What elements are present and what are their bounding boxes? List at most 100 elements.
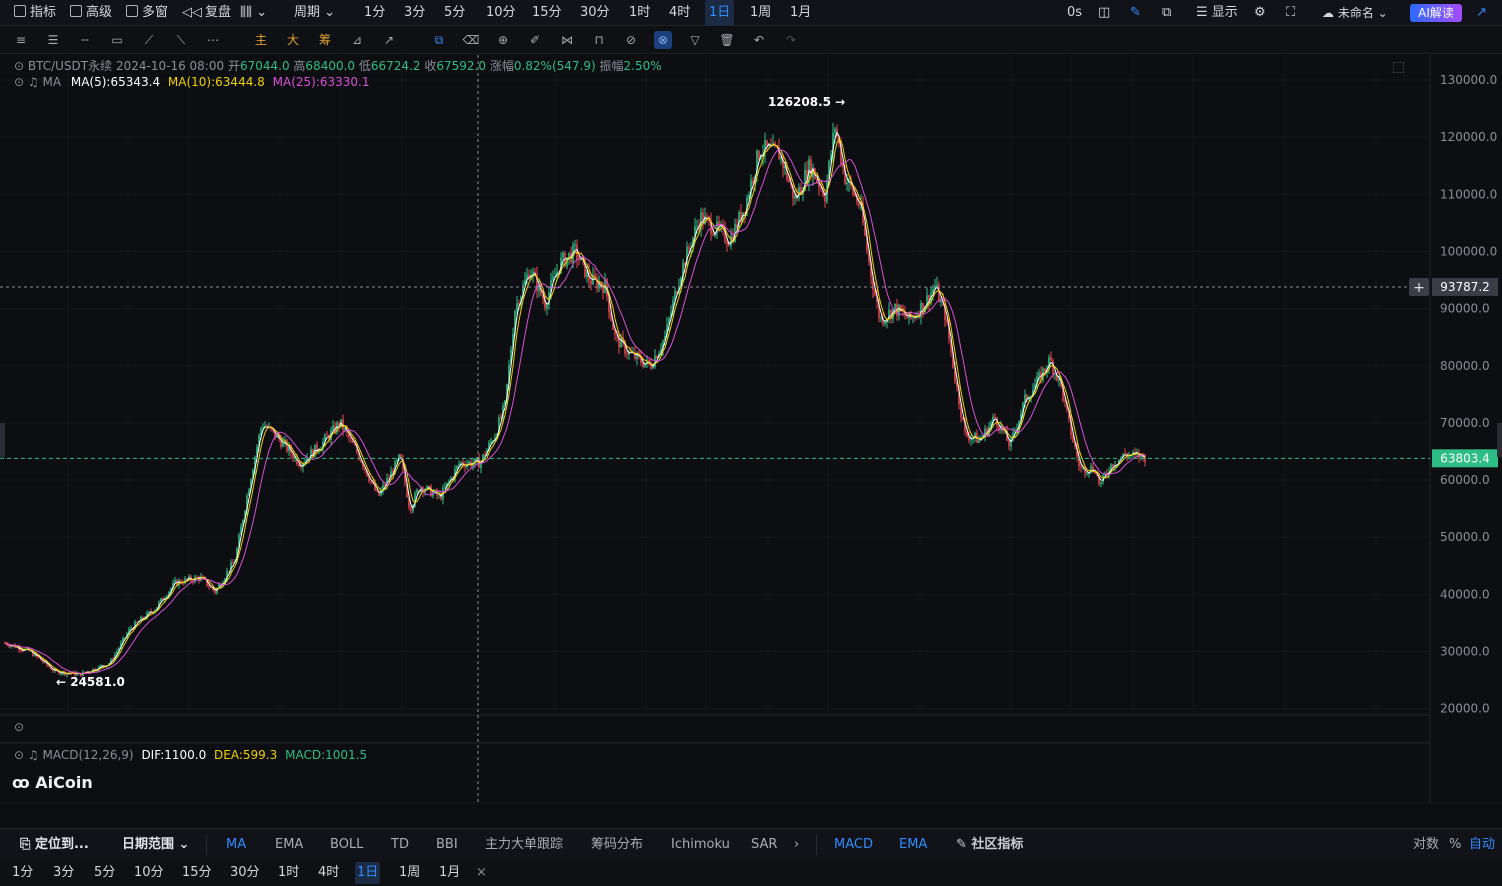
rectangle-icon[interactable]: ▭ [108, 31, 126, 49]
indicator-main-0[interactable]: MA [226, 829, 246, 861]
chips-icon[interactable]: 筹 [316, 31, 334, 49]
period-6[interactable]: 1时 [276, 862, 301, 884]
interval-1[interactable]: 3分 [400, 0, 429, 26]
indicator-macd[interactable]: MACD [834, 829, 873, 861]
indicator-main-7[interactable]: Ichimoku [671, 829, 730, 861]
indicators-button[interactable]: 指标 [14, 0, 56, 26]
candle-body [1052, 360, 1054, 374]
ruler-icon[interactable]: ⟋ [140, 31, 158, 49]
dots-icon[interactable]: ⋯ [204, 31, 222, 49]
period-dropdown[interactable]: 周期 ⌄ [294, 0, 335, 26]
interval-2[interactable]: 5分 [440, 0, 469, 26]
candle-body [728, 244, 730, 247]
hide-icon[interactable]: ⊘ [622, 31, 640, 49]
collapse-icon[interactable]: ⊙ [14, 59, 28, 73]
candle-body [396, 459, 398, 462]
copy-icon[interactable]: ⧉ [430, 31, 448, 49]
bell-icon[interactable]: ♫ [28, 75, 39, 89]
replay-button[interactable]: ◁◁ 复盘 [182, 0, 231, 26]
period-2[interactable]: 5分 [92, 862, 117, 884]
percent-toggle[interactable]: % [1449, 829, 1461, 861]
community-indicators-button[interactable]: ✎ 社区指标 [956, 829, 1023, 861]
indicator-main-1[interactable]: EMA [275, 829, 303, 861]
indicator-main-6[interactable]: 筹码分布 [591, 829, 643, 861]
horizontal-line-icon[interactable]: ╌ [76, 31, 94, 49]
advanced-button[interactable]: 高级 [70, 0, 112, 26]
chart-area[interactable]: 130000.0 120000.0 110000.0 100000.0 90000.0 8… [0, 55, 1502, 803]
trash-icon[interactable]: 🗑 [718, 31, 736, 49]
display-button[interactable]: ☰ 显示 [1196, 0, 1238, 26]
lock-icon[interactable]: ⊓ [590, 31, 608, 49]
candle-body [182, 583, 184, 585]
period-9[interactable]: 1周 [397, 862, 422, 884]
undo-icon[interactable]: ↶ [750, 31, 768, 49]
settings-icon[interactable]: ⚙ [1254, 0, 1266, 26]
multi-window-button[interactable]: 多窗 [126, 0, 168, 26]
interval-10[interactable]: 1月 [786, 0, 815, 26]
magnet-icon[interactable]: ⋈ [558, 31, 576, 49]
candle-body [688, 246, 690, 249]
log-scale-toggle[interactable]: 对数 [1413, 829, 1439, 861]
big-order-icon[interactable]: 大 [284, 31, 302, 49]
interval-6[interactable]: 1时 [625, 0, 654, 26]
plus-icon: + [1413, 280, 1425, 296]
pen-icon[interactable]: ✎ [1130, 0, 1141, 26]
interval-0[interactable]: 1分 [360, 0, 389, 26]
list-lines-icon[interactable]: ☰ [44, 31, 62, 49]
candle-body [416, 490, 418, 494]
indicator-main-8[interactable]: SAR [751, 829, 777, 861]
bell-icon[interactable]: ♫ [28, 748, 39, 762]
measure-icon[interactable]: ↗ [380, 31, 398, 49]
period-10[interactable]: 1月 [437, 862, 462, 884]
candlestick-chart[interactable]: 130000.0 120000.0 110000.0 100000.0 90000.0 8… [0, 55, 1502, 803]
interval-9[interactable]: 1周 [746, 0, 775, 26]
expand-pane-icon[interactable]: ⊙ [14, 720, 24, 734]
redo-icon[interactable]: ↷ [782, 31, 800, 49]
interval-3[interactable]: 10分 [482, 0, 520, 26]
eraser-icon[interactable]: ⌫ [462, 31, 480, 49]
zoom-in-icon[interactable]: ⊕ [494, 31, 512, 49]
period-1[interactable]: 3分 [51, 862, 76, 884]
chevron-right-icon[interactable]: › [794, 829, 799, 861]
divider [816, 835, 817, 855]
candle-body [794, 196, 796, 199]
collapse-icon[interactable]: ⊙ [14, 748, 28, 762]
link-icon[interactable]: ⊗ [654, 31, 672, 49]
indicator-main-5[interactable]: 主力大单跟踪 [485, 829, 563, 861]
expand-icon[interactable]: ↗ [1476, 0, 1487, 26]
collapse-icon[interactable]: ⊙ [14, 75, 28, 89]
period-7[interactable]: 4时 [316, 862, 341, 884]
auto-scale-toggle[interactable]: 自动 [1469, 829, 1495, 861]
interval-4[interactable]: 15分 [528, 0, 566, 26]
indicator-main-2[interactable]: BOLL [330, 829, 363, 861]
chart-type-dropdown[interactable]: ⫼⫼ ⌄ [240, 0, 267, 26]
indicator-main-4[interactable]: BBI [436, 829, 458, 861]
share-icon[interactable]: ⧉ [1162, 0, 1171, 26]
left-collapse-handle [0, 423, 5, 457]
period-8[interactable]: 1日 [355, 862, 381, 884]
camera-icon[interactable]: ◫ [1098, 0, 1110, 26]
period-4[interactable]: 15分 [180, 862, 214, 884]
date-range-dropdown[interactable]: 日期范围 ⌄ [122, 829, 189, 861]
period-5[interactable]: 30分 [228, 862, 262, 884]
ai-interpret-button[interactable]: AI解读 [1410, 4, 1462, 22]
trend-line-icon[interactable]: ⟍ [172, 31, 190, 49]
menu-icon[interactable]: ≡ [12, 31, 30, 49]
indicator-main-3[interactable]: TD [391, 829, 409, 861]
period-3[interactable]: 10分 [132, 862, 166, 884]
candle-body [696, 226, 698, 228]
brush-icon[interactable]: ✐ [526, 31, 544, 49]
interval-5[interactable]: 30分 [576, 0, 614, 26]
filter-icon[interactable]: ▽ [686, 31, 704, 49]
layout-name-dropdown[interactable]: ☁ 未命名 ⌄ [1322, 0, 1388, 26]
screenshot-frame-icon[interactable]: ⬚ [1392, 59, 1405, 75]
period-0[interactable]: 1分 [10, 862, 35, 884]
fullscreen-icon[interactable]: ⛶ [1286, 0, 1295, 26]
main-chart-icon[interactable]: 主 [252, 31, 270, 49]
interval-7[interactable]: 4时 [665, 0, 694, 26]
close-period-bar-icon[interactable]: × [474, 862, 489, 884]
locate-button[interactable]: ⎘ 定位到... [20, 829, 89, 861]
indicator-sub-ema[interactable]: EMA [899, 829, 927, 861]
formula-icon[interactable]: ⊿ [348, 31, 366, 49]
interval-8[interactable]: 1日 [705, 0, 735, 26]
